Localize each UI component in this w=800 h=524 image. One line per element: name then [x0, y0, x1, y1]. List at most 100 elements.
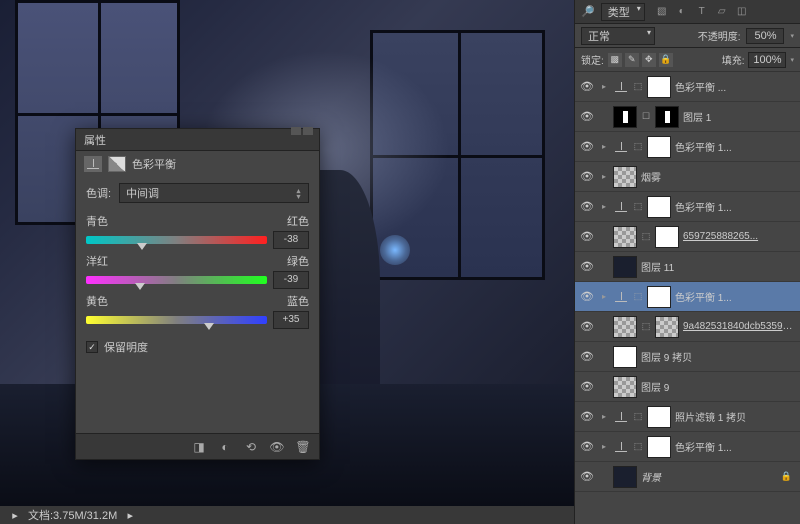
color-slider[interactable]: [86, 234, 267, 246]
layer-row[interactable]: 👁 图层 11: [575, 252, 800, 282]
layer-row[interactable]: 👁▸⬚色彩平衡 1...: [575, 192, 800, 222]
layer-row[interactable]: 👁▸⬚色彩平衡 1...: [575, 282, 800, 312]
expand-icon[interactable]: ▸: [599, 292, 609, 301]
layer-name[interactable]: 659725888265...: [683, 231, 796, 242]
layer-name[interactable]: 色彩平衡 1...: [675, 289, 796, 304]
layer-thumb[interactable]: [613, 316, 637, 338]
blend-mode-select[interactable]: 正常: [581, 27, 655, 45]
layer-mask-thumb[interactable]: [647, 76, 671, 98]
layer-name[interactable]: 图层 11: [641, 259, 796, 274]
layer-name[interactable]: 背景: [641, 469, 777, 484]
layer-row[interactable]: 👁▸⬚色彩平衡 1...: [575, 132, 800, 162]
layer-row[interactable]: 👁 图层 9 拷贝: [575, 342, 800, 372]
filter-type-icon[interactable]: T: [695, 5, 709, 19]
color-slider[interactable]: [86, 274, 267, 286]
layer-mask-thumb[interactable]: [647, 286, 671, 308]
visibility-toggle[interactable]: 👁: [579, 410, 595, 423]
visibility-toggle[interactable]: 👁: [579, 350, 595, 363]
visibility-toggle[interactable]: 👁: [579, 290, 595, 303]
lock-all-icon[interactable]: 🔒: [659, 53, 673, 67]
lock-pos-icon[interactable]: ✥: [642, 53, 656, 67]
opacity-input[interactable]: 50%: [746, 28, 784, 44]
view-previous-icon[interactable]: ◐: [217, 440, 233, 454]
color-slider[interactable]: [86, 314, 267, 326]
slider-value-input[interactable]: -38: [273, 231, 309, 249]
layer-row[interactable]: 👁 ▸ 烟雾: [575, 162, 800, 192]
preserve-luminosity-checkbox[interactable]: ✓: [86, 341, 98, 353]
layer-thumb[interactable]: [613, 226, 637, 248]
layer-row[interactable]: 👁背景🔒: [575, 462, 800, 492]
layers-list[interactable]: 👁▸⬚色彩平衡 ...👁☐图层 1👁▸⬚色彩平衡 1...👁▸烟雾👁▸⬚色彩平衡…: [575, 72, 800, 524]
layer-name[interactable]: 色彩平衡 1...: [675, 199, 796, 214]
properties-header[interactable]: 属性: [76, 129, 319, 151]
fill-input[interactable]: 100%: [748, 52, 786, 68]
layer-name[interactable]: 9a482531840dcb535990...: [683, 321, 796, 332]
layer-row[interactable]: 👁 图层 9: [575, 372, 800, 402]
fill-arrow-icon[interactable]: ▾: [790, 56, 794, 64]
visibility-toggle[interactable]: 👁: [579, 140, 595, 153]
layer-row[interactable]: 👁▸⬚色彩平衡 1...: [575, 432, 800, 462]
layer-mask-thumb[interactable]: [647, 196, 671, 218]
filter-type-select[interactable]: 类型: [601, 3, 645, 21]
tone-select[interactable]: 中间调: [119, 183, 309, 203]
clip-icon[interactable]: ◨: [191, 440, 207, 454]
expand-icon[interactable]: ▸: [599, 442, 609, 451]
layer-mask-thumb[interactable]: [647, 136, 671, 158]
visibility-toggle[interactable]: 👁: [579, 80, 595, 93]
layer-name[interactable]: 图层 9: [641, 379, 796, 394]
layer-name[interactable]: 照片滤镜 1 拷贝: [675, 409, 796, 424]
layer-mask-thumb[interactable]: [647, 406, 671, 428]
layer-row[interactable]: 👁▸⬚色彩平衡 ...: [575, 72, 800, 102]
visibility-toggle[interactable]: 👁: [579, 470, 595, 483]
opacity-arrow-icon[interactable]: ▾: [790, 32, 794, 40]
layers-panel[interactable]: 🔎 类型 ▧ ◐ T ▱ ◫ 正常 不透明度: 50% ▾ 锁定: ▩ ✎ ✥ …: [574, 0, 800, 524]
layer-name[interactable]: 烟雾: [641, 169, 796, 184]
expand-icon[interactable]: ▸: [599, 202, 609, 211]
layer-name[interactable]: 图层 1: [683, 109, 796, 124]
layer-row[interactable]: 👁▸⬚照片滤镜 1 拷贝: [575, 402, 800, 432]
visibility-toggle[interactable]: 👁: [579, 320, 595, 333]
layer-row[interactable]: 👁☐图层 1: [575, 102, 800, 132]
filter-adjust-icon[interactable]: ◐: [675, 5, 689, 19]
layer-name[interactable]: 色彩平衡 1...: [675, 139, 796, 154]
visibility-toggle[interactable]: 👁: [579, 230, 595, 243]
layer-mask-thumb[interactable]: [647, 436, 671, 458]
expand-icon[interactable]: ▸: [599, 172, 609, 181]
expand-icon[interactable]: ▸: [599, 412, 609, 421]
slider-value-input[interactable]: +35: [273, 311, 309, 329]
layer-thumb[interactable]: [613, 466, 637, 488]
lock-paint-icon[interactable]: ✎: [625, 53, 639, 67]
search-icon[interactable]: 🔎: [581, 5, 595, 18]
layer-row[interactable]: 👁⬚659725888265...: [575, 222, 800, 252]
layer-name[interactable]: 色彩平衡 1...: [675, 439, 796, 454]
layer-thumb[interactable]: [613, 106, 637, 128]
filter-pixel-icon[interactable]: ▧: [655, 5, 669, 19]
expand-icon[interactable]: ▸: [599, 82, 609, 91]
layer-mask-thumb[interactable]: [655, 316, 679, 338]
filter-shape-icon[interactable]: ▱: [715, 5, 729, 19]
layer-thumb[interactable]: [613, 166, 637, 188]
layer-thumb[interactable]: [613, 256, 637, 278]
visibility-toggle[interactable]: 👁: [579, 380, 595, 393]
slider-value-input[interactable]: -39: [273, 271, 309, 289]
layer-row[interactable]: 👁⬚9a482531840dcb535990...: [575, 312, 800, 342]
expand-icon[interactable]: ▸: [599, 142, 609, 151]
visibility-toggle[interactable]: 👁: [579, 260, 595, 273]
visibility-icon[interactable]: 👁: [269, 440, 285, 454]
layer-name[interactable]: 图层 9 拷贝: [641, 349, 796, 364]
reset-icon[interactable]: ⟲: [243, 440, 259, 454]
status-arrow-right-icon[interactable]: ▸: [10, 509, 20, 522]
visibility-toggle[interactable]: 👁: [579, 170, 595, 183]
layer-mask-thumb[interactable]: [655, 226, 679, 248]
layer-name[interactable]: 色彩平衡 ...: [675, 79, 796, 94]
trash-icon[interactable]: 🗑: [295, 440, 311, 454]
visibility-toggle[interactable]: 👁: [579, 110, 595, 123]
properties-panel[interactable]: 属性 色彩平衡 色调: 中间调 青色红色 -38 洋红绿色 -39 黄色蓝色 +…: [75, 128, 320, 460]
layer-thumb[interactable]: [613, 346, 637, 368]
visibility-toggle[interactable]: 👁: [579, 440, 595, 453]
status-arrow-icon[interactable]: ▸: [125, 509, 135, 522]
lock-trans-icon[interactable]: ▩: [608, 53, 622, 67]
filter-smart-icon[interactable]: ◫: [735, 5, 749, 19]
visibility-toggle[interactable]: 👁: [579, 200, 595, 213]
layer-thumb[interactable]: [613, 376, 637, 398]
